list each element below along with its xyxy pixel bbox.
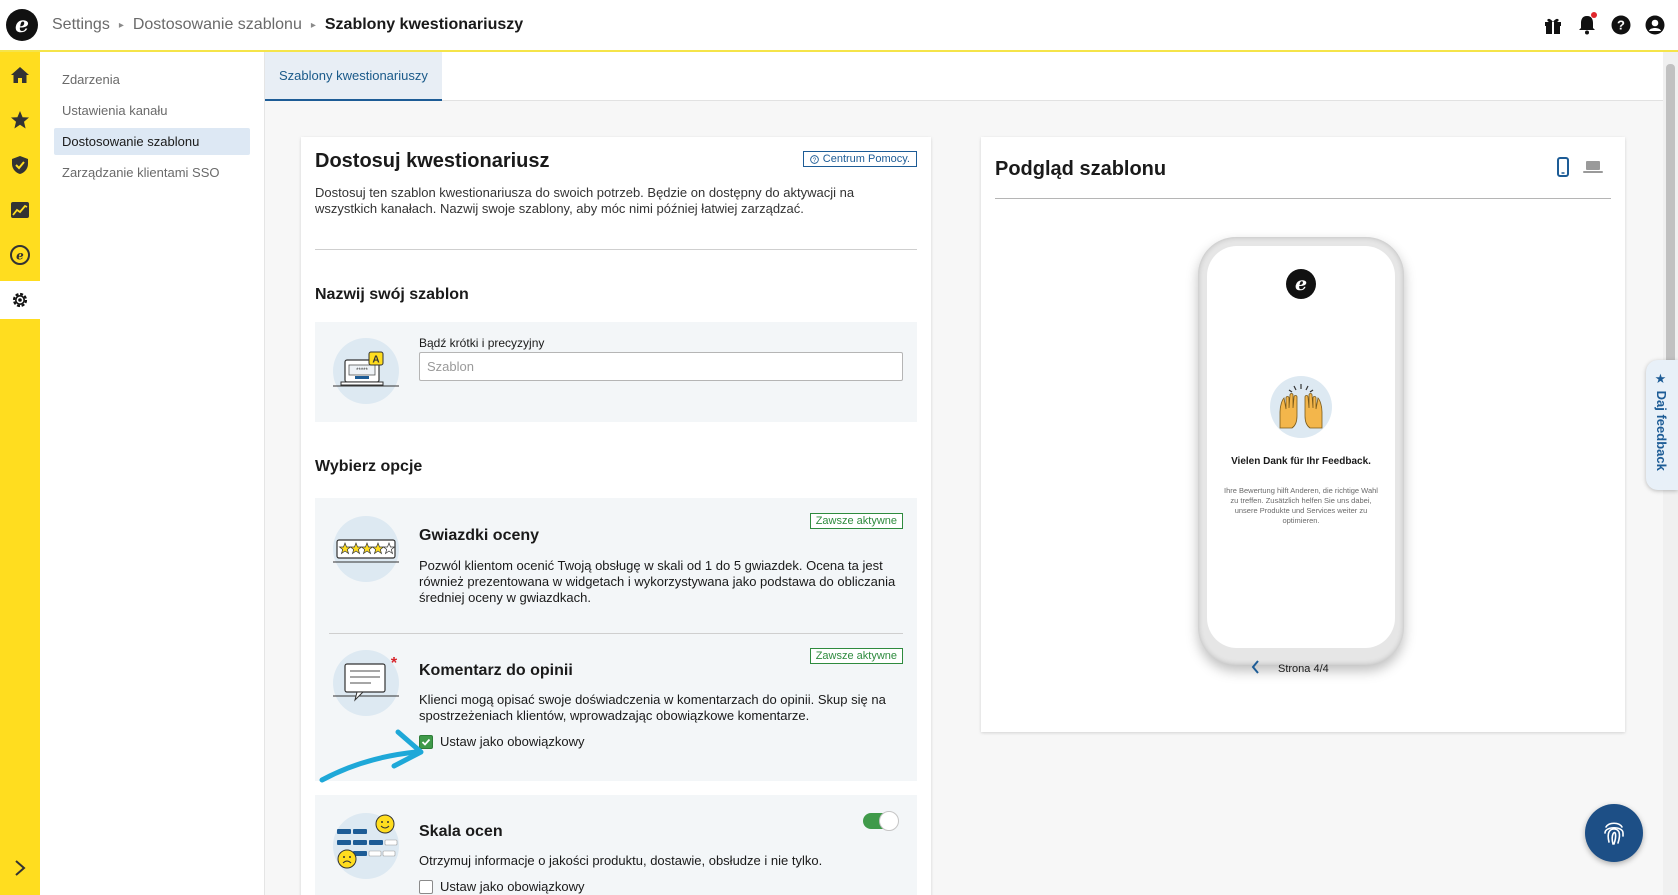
settings-sub-nav: Zdarzenia Ustawienia kanału Dostosowanie…	[40, 52, 265, 895]
name-template-panel: ***** A Bądź krótki i precyzyjny	[315, 322, 917, 422]
account-icon[interactable]	[1644, 14, 1666, 36]
option-star-rating-title: Gwiazdki oceny	[419, 527, 540, 544]
breadcrumb-item-current: Szablony kwestionariuszy	[324, 16, 524, 33]
notification-dot	[1591, 12, 1597, 18]
gift-icon[interactable]	[1542, 14, 1564, 36]
editor-description: Dostosuj ten szablon kwestionariusza do …	[315, 185, 855, 216]
preview-thanks-title: Vielen Dank für Ihr Feedback.	[1231, 456, 1371, 467]
fingerprint-chat-button[interactable]	[1585, 804, 1643, 862]
phone-preview-screen: e Vielen Dank für Ihr Feedback. Ihre Bew…	[1207, 246, 1395, 648]
trusted-shops-logo[interactable]: e	[6, 9, 38, 41]
breadcrumb-separator-icon: ▸	[118, 19, 124, 31]
home-icon[interactable]	[0, 56, 40, 94]
subnav-item-events[interactable]: Zdarzenia	[54, 66, 250, 93]
help-center-label: Centrum Pomocy.	[822, 153, 910, 165]
svg-text:A: A	[372, 355, 379, 366]
notifications-bell-icon[interactable]	[1576, 12, 1598, 36]
preview-title: Podgląd szablonu	[995, 158, 1167, 180]
section-divider	[315, 249, 917, 250]
scrollbar-thumb[interactable]	[1666, 64, 1675, 364]
expand-nav-chevron-icon[interactable]	[0, 853, 40, 883]
scale-mandatory-checkbox[interactable]: Ustaw jako obowiązkowy	[419, 879, 585, 894]
template-name-input[interactable]	[419, 352, 903, 381]
trusted-e-icon[interactable]: e	[0, 236, 40, 274]
subnav-item-sso-clients[interactable]: Zarządzanie klientami SSO	[54, 159, 250, 186]
main-content: Szablony kwestionariuszy Dostosuj kwesti…	[265, 52, 1663, 895]
feedback-star-icon: ★	[1654, 372, 1669, 391]
previous-page-chevron-icon[interactable]	[1251, 660, 1260, 677]
raised-hands-icon	[1270, 376, 1332, 438]
name-section-title: Nazwij swój szablon	[315, 286, 469, 303]
phone-preview-frame: e Vielen Dank für Ihr Feedback. Ihre Bew…	[1198, 237, 1404, 665]
subnav-item-channel-settings[interactable]: Ustawienia kanału	[54, 97, 250, 124]
options-section-title: Wybierz opcje	[315, 458, 423, 475]
checkbox-unchecked-icon[interactable]	[419, 879, 433, 894]
svg-text:*****: *****	[356, 368, 368, 374]
svg-text:e: e	[16, 249, 24, 263]
help-icon[interactable]: ?	[1610, 14, 1632, 36]
preview-page-label: Strona 4/4	[1278, 662, 1329, 675]
svg-text:*: *	[391, 655, 398, 672]
desktop-device-icon[interactable]	[1583, 160, 1603, 179]
option-review-comment-title: Komentarz do opinii	[419, 662, 573, 679]
template-name-label: Bądź krótki i precyzyjny	[419, 336, 545, 350]
comment-mandatory-checkbox[interactable]: Ustaw jako obowiązkowy	[419, 734, 585, 749]
comment-illustration-icon: *	[331, 650, 401, 716]
breadcrumb: Settings ▸ Dostosowanie szablonu ▸ Szabl…	[52, 16, 523, 34]
preview-pager: Strona 4/4	[1251, 660, 1329, 677]
always-active-badge: Zawsze aktywne	[809, 648, 903, 664]
rating-scale-toggle[interactable]	[863, 811, 899, 831]
tab-bar: Szablony kwestionariuszy	[265, 52, 1663, 101]
feedback-label: Daj feedback	[1654, 390, 1669, 471]
settings-gear-icon[interactable]	[0, 281, 40, 319]
breadcrumb-item-settings[interactable]: Settings	[52, 16, 110, 34]
option-review-comment-description: Klienci mogą opisać swoje doświadczenia …	[419, 692, 886, 723]
preview-thanks-text: Ihre Bewertung hilft Anderen, die richti…	[1224, 486, 1378, 525]
mobile-device-icon[interactable]	[1557, 157, 1569, 182]
option-star-rating-description: Pozwól klientom ocenić Twoją obsługę w s…	[419, 558, 896, 605]
svg-text:?: ?	[813, 157, 817, 164]
toggle-knob	[879, 811, 899, 831]
star-rating-illustration-icon	[331, 516, 401, 582]
rating-scale-illustration-icon	[333, 813, 399, 879]
top-bar: e Settings ▸ Dostosowanie szablonu ▸ Sza…	[0, 0, 1678, 52]
fingerprint-icon	[1604, 822, 1624, 845]
option-divider	[329, 633, 903, 634]
always-active-badge: Zawsze aktywne	[809, 513, 903, 529]
preview-logo-icon: e	[1286, 269, 1316, 299]
analytics-icon[interactable]	[0, 191, 40, 229]
breadcrumb-item-template[interactable]: Dostosowanie szablonu	[133, 16, 302, 34]
help-center-button[interactable]: ? Centrum Pomocy.	[802, 151, 917, 167]
shield-icon[interactable]	[0, 146, 40, 184]
subnav-item-template-customization[interactable]: Dostosowanie szablonu	[54, 128, 250, 155]
tab-questionnaire-templates[interactable]: Szablony kwestionariuszy	[265, 52, 442, 101]
star-icon[interactable]	[0, 101, 40, 139]
breadcrumb-separator-icon: ▸	[310, 19, 316, 31]
comment-mandatory-label: Ustaw jako obowiązkowy	[440, 734, 585, 749]
option-rating-scale-description: Otrzymuj informacje o jakości produktu, …	[419, 853, 823, 868]
help-circle-icon: ?	[809, 154, 819, 164]
scale-mandatory-label: Ustaw jako obowiązkowy	[440, 879, 585, 894]
option-rating-scale: Skala ocen Otrzymuj informacje o jakości…	[315, 795, 917, 895]
annotation-arrow-icon	[319, 729, 424, 783]
svg-text:?: ?	[1617, 18, 1625, 33]
template-preview-card: Podgląd szablonu e Vielen Dank für Ihr F…	[981, 137, 1625, 732]
main-nav-rail: e	[0, 52, 40, 895]
give-feedback-tab[interactable]: ★ Daj feedback	[1646, 360, 1678, 490]
option-rating-scale-title: Skala ocen	[419, 823, 503, 840]
laptop-name-illustration-icon: ***** A	[331, 338, 401, 404]
